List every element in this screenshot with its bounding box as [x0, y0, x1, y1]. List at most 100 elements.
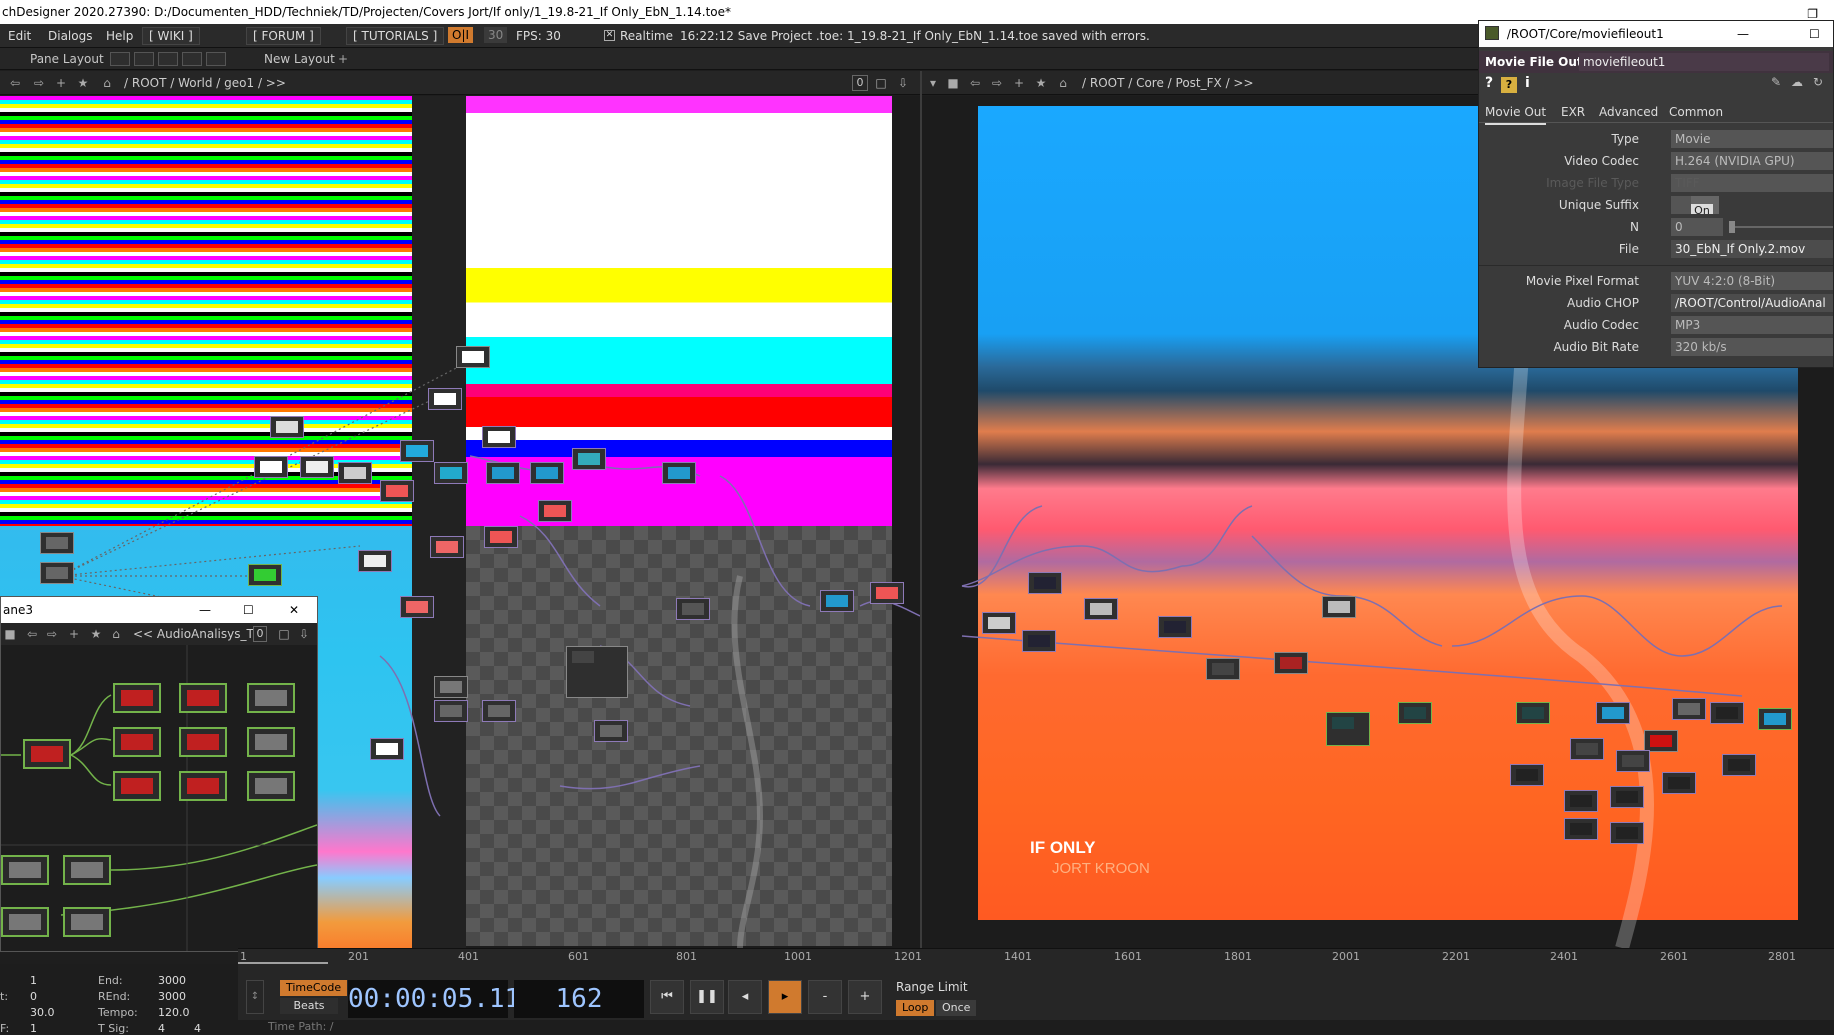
floating-network-pane[interactable]: ane3 — ☐ ✕ ■ ⇦ ⇨ + ★ ⌂ << AudioAnalisys_…: [0, 596, 318, 952]
operator-node[interactable]: [40, 532, 74, 554]
operator-node[interactable]: [482, 700, 516, 722]
forward-icon[interactable]: ⇨: [45, 627, 59, 641]
operator-node[interactable]: [434, 676, 468, 698]
add-icon[interactable]: +: [67, 627, 81, 641]
tempo-value[interactable]: 120.0: [158, 1006, 190, 1019]
operator-node[interactable]: [1662, 772, 1696, 794]
operator-node[interactable]: [484, 526, 518, 548]
breadcrumb[interactable]: / ROOT / World / geo1 / >>: [124, 71, 286, 95]
forward-icon[interactable]: ⇨: [990, 76, 1004, 90]
operator-node[interactable]: [594, 720, 628, 742]
tab-movie-out[interactable]: Movie Out: [1485, 101, 1547, 125]
pause-icon[interactable]: ❚❚: [690, 980, 724, 1014]
perform-mode-button[interactable]: O|I: [448, 27, 474, 43]
python-help-icon[interactable]: ?: [1501, 77, 1517, 93]
operator-node[interactable]: [40, 562, 74, 584]
rend-value[interactable]: 3000: [158, 990, 186, 1003]
f-value[interactable]: 1: [30, 1022, 37, 1035]
realtime-checkbox[interactable]: ✕: [604, 30, 615, 41]
operator-node[interactable]: [248, 564, 282, 586]
breadcrumb[interactable]: / ROOT / Core / Post_FX / >>: [1082, 71, 1254, 95]
operator-node[interactable]: [982, 612, 1016, 634]
once-button[interactable]: Once: [936, 1000, 977, 1016]
menu-help[interactable]: Help: [106, 24, 133, 48]
step-back-icon[interactable]: ◂: [728, 980, 762, 1014]
audio-chop-field[interactable]: /ROOT/Control/AudioAnal: [1671, 294, 1833, 312]
tsig-numerator[interactable]: 4: [158, 1022, 165, 1035]
operator-node[interactable]: [820, 590, 854, 612]
timecode-display[interactable]: 00:00:05.11: [348, 980, 520, 1018]
operator-node[interactable]: [1206, 658, 1240, 680]
chop-node[interactable]: [63, 855, 111, 885]
operator-node[interactable]: [676, 598, 710, 620]
playhead-position[interactable]: [238, 949, 328, 964]
n-field[interactable]: 0: [1671, 218, 1723, 236]
file-field[interactable]: 30_EbN_If Only.2.mov: [1671, 240, 1833, 258]
type-menu[interactable]: Movie: [1671, 130, 1833, 148]
pane-counter[interactable]: 0: [852, 75, 868, 91]
tutorials-button[interactable]: [ TUTORIALS ]: [346, 27, 445, 45]
rate-value[interactable]: 30.0: [30, 1006, 55, 1019]
operator-node[interactable]: [456, 346, 490, 368]
comment-icon[interactable]: ☁: [1791, 75, 1803, 89]
home-icon[interactable]: ⌂: [100, 76, 114, 90]
menu-edit[interactable]: Edit: [8, 24, 31, 48]
operator-node[interactable]: [1758, 708, 1792, 730]
chop-node[interactable]: [179, 683, 227, 713]
pane-maximize-icon[interactable]: □: [874, 76, 888, 90]
forum-button[interactable]: [ FORUM ]: [246, 27, 321, 45]
tab-advanced[interactable]: Advanced: [1599, 101, 1658, 123]
operator-node[interactable]: [1564, 790, 1598, 812]
tab-common[interactable]: Common: [1669, 101, 1723, 123]
menu-dialogs[interactable]: Dialogs: [48, 24, 92, 48]
timeline-ruler[interactable]: 1 201 401 601 801 1001 1201 1401 1601 18…: [238, 948, 1834, 964]
operator-node[interactable]: [1610, 786, 1644, 808]
back-icon[interactable]: ⇦: [25, 627, 39, 641]
chop-node[interactable]: [63, 907, 111, 937]
rstart-value[interactable]: 0: [30, 990, 37, 1003]
operator-node[interactable]: [1022, 630, 1056, 652]
tab-exr[interactable]: EXR: [1561, 101, 1585, 123]
chop-node[interactable]: [113, 683, 161, 713]
operator-node[interactable]: [486, 462, 520, 484]
operator-node[interactable]: [434, 700, 468, 722]
n-slider-handle[interactable]: [1729, 221, 1735, 233]
unique-suffix-toggle[interactable]: On: [1671, 196, 1719, 214]
chop-node[interactable]: [113, 727, 161, 757]
maximize-icon[interactable]: ☐: [243, 597, 254, 623]
operator-node[interactable]: [1322, 596, 1356, 618]
operator-node[interactable]: [254, 456, 288, 478]
start-value[interactable]: 1: [30, 974, 37, 987]
edit-icon[interactable]: ✎: [1771, 75, 1781, 89]
operator-node[interactable]: [1516, 702, 1550, 724]
tsig-denominator[interactable]: 4: [194, 1022, 201, 1035]
chop-node[interactable]: [23, 739, 71, 769]
operator-node[interactable]: [380, 480, 414, 502]
help-icon[interactable]: ?: [1485, 75, 1493, 91]
operator-node[interactable]: [400, 440, 434, 462]
operator-node[interactable]: [1616, 750, 1650, 772]
operator-node[interactable]: [434, 462, 468, 484]
chop-node[interactable]: [247, 683, 295, 713]
chop-node[interactable]: [1, 907, 49, 937]
operator-node[interactable]: [1610, 822, 1644, 844]
layout-single-icon[interactable]: [110, 52, 130, 66]
end-value[interactable]: 3000: [158, 974, 186, 987]
back-icon[interactable]: ⇦: [8, 76, 22, 90]
operator-node[interactable]: [300, 456, 334, 478]
operator-node[interactable]: [538, 500, 572, 522]
operator-node[interactable]: [1596, 702, 1630, 724]
operator-node[interactable]: [1158, 616, 1192, 638]
layout-split-h-icon[interactable]: [158, 52, 178, 66]
operator-node[interactable]: [572, 448, 606, 470]
chop-node[interactable]: [1, 855, 49, 885]
chop-node[interactable]: [247, 727, 295, 757]
operator-node[interactable]: [1510, 764, 1544, 786]
operator-name-field[interactable]: moviefileout1: [1579, 53, 1829, 71]
home-icon[interactable]: ⌂: [1056, 76, 1070, 90]
operator-node[interactable]: [1028, 572, 1062, 594]
fps-field[interactable]: 30: [484, 27, 508, 43]
layout-quad-icon[interactable]: [206, 52, 226, 66]
expand-icon[interactable]: ↕: [246, 980, 264, 1014]
minimize-icon[interactable]: —: [199, 597, 211, 623]
